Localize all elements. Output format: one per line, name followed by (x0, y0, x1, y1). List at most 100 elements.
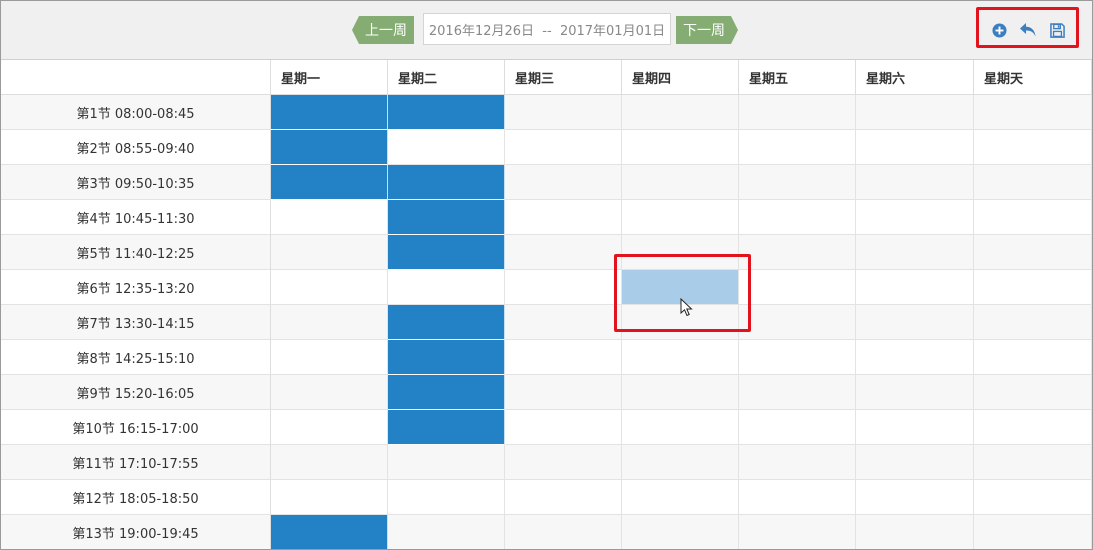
schedule-cell[interactable] (974, 95, 1092, 130)
schedule-cell[interactable] (856, 95, 974, 130)
schedule-cell[interactable] (739, 165, 856, 200)
schedule-cell[interactable] (974, 515, 1092, 549)
schedule-cell-selected[interactable] (388, 375, 505, 410)
period-label: 第12节 18:05-18:50 (1, 480, 271, 515)
schedule-cell-selected[interactable] (388, 95, 505, 130)
schedule-cell[interactable] (388, 445, 505, 480)
schedule-cell[interactable] (974, 235, 1092, 270)
schedule-cell[interactable] (271, 480, 388, 515)
schedule-cell[interactable] (974, 445, 1092, 480)
schedule-cell[interactable] (505, 480, 622, 515)
schedule-cell[interactable] (388, 270, 505, 305)
schedule-cell[interactable] (505, 270, 622, 305)
schedule-cell[interactable] (856, 270, 974, 305)
schedule-cell[interactable] (974, 410, 1092, 445)
schedule-cell[interactable] (388, 515, 505, 549)
schedule-cell[interactable] (271, 445, 388, 480)
schedule-cell-selected[interactable] (388, 340, 505, 375)
schedule-cell[interactable] (505, 130, 622, 165)
schedule-cell-selected[interactable] (388, 235, 505, 270)
schedule-cell[interactable] (856, 480, 974, 515)
save-icon[interactable] (1048, 21, 1066, 39)
schedule-cell[interactable] (739, 480, 856, 515)
schedule-cell[interactable] (622, 95, 739, 130)
schedule-cell[interactable] (739, 95, 856, 130)
schedule-cell[interactable] (856, 305, 974, 340)
schedule-cell[interactable] (739, 235, 856, 270)
period-row: 第6节 12:35-13:20 (1, 270, 1092, 305)
schedule-cell[interactable] (622, 305, 739, 340)
schedule-cell[interactable] (271, 305, 388, 340)
schedule-cell[interactable] (974, 165, 1092, 200)
schedule-cell[interactable] (622, 375, 739, 410)
schedule-cell[interactable] (505, 375, 622, 410)
schedule-cell[interactable] (505, 200, 622, 235)
schedule-cell-selected[interactable] (388, 165, 505, 200)
schedule-cell[interactable] (622, 445, 739, 480)
schedule-cell[interactable] (388, 130, 505, 165)
schedule-cell[interactable] (856, 375, 974, 410)
schedule-cell-hovered[interactable] (622, 270, 739, 305)
schedule-cell[interactable] (505, 340, 622, 375)
schedule-cell-selected[interactable] (271, 95, 388, 130)
schedule-cell[interactable] (974, 305, 1092, 340)
schedule-cell[interactable] (856, 130, 974, 165)
schedule-cell[interactable] (739, 410, 856, 445)
schedule-cell[interactable] (739, 515, 856, 549)
schedule-cell[interactable] (622, 480, 739, 515)
schedule-cell-selected[interactable] (388, 410, 505, 445)
schedule-cell[interactable] (974, 480, 1092, 515)
schedule-cell-selected[interactable] (271, 515, 388, 549)
schedule-cell[interactable] (622, 515, 739, 549)
schedule-cell[interactable] (505, 515, 622, 549)
schedule-cell[interactable] (974, 375, 1092, 410)
schedule-cell[interactable] (271, 235, 388, 270)
schedule-cell[interactable] (622, 235, 739, 270)
schedule-cell[interactable] (622, 200, 739, 235)
schedule-cell[interactable] (271, 410, 388, 445)
schedule-cell[interactable] (271, 375, 388, 410)
schedule-cell[interactable] (974, 200, 1092, 235)
schedule-cell[interactable] (974, 340, 1092, 375)
schedule-cell[interactable] (271, 270, 388, 305)
schedule-cell[interactable] (505, 305, 622, 340)
schedule-cell-selected[interactable] (388, 200, 505, 235)
schedule-cell[interactable] (739, 340, 856, 375)
schedule-cell-selected[interactable] (271, 165, 388, 200)
schedule-cell[interactable] (505, 165, 622, 200)
schedule-cell[interactable] (505, 235, 622, 270)
schedule-cell[interactable] (739, 130, 856, 165)
schedule-cell[interactable] (974, 270, 1092, 305)
schedule-cell[interactable] (505, 410, 622, 445)
schedule-cell[interactable] (271, 340, 388, 375)
schedule-cell[interactable] (739, 305, 856, 340)
period-row: 第7节 13:30-14:15 (1, 305, 1092, 340)
schedule-cell-selected[interactable] (271, 130, 388, 165)
schedule-cell[interactable] (856, 340, 974, 375)
schedule-cell[interactable] (622, 410, 739, 445)
schedule-cell[interactable] (622, 130, 739, 165)
schedule-cell[interactable] (856, 515, 974, 549)
schedule-cell[interactable] (856, 200, 974, 235)
add-circle-icon[interactable] (990, 21, 1008, 39)
schedule-cell[interactable] (739, 375, 856, 410)
schedule-cell[interactable] (271, 200, 388, 235)
schedule-cell[interactable] (505, 445, 622, 480)
schedule-cell[interactable] (622, 165, 739, 200)
previous-week-button[interactable]: 上一周 (352, 16, 414, 44)
schedule-cell[interactable] (739, 200, 856, 235)
schedule-cell[interactable] (505, 95, 622, 130)
schedule-cell[interactable] (856, 410, 974, 445)
next-week-button[interactable]: 下一周 (676, 16, 738, 44)
schedule-cell[interactable] (739, 445, 856, 480)
schedule-cell[interactable] (622, 340, 739, 375)
undo-icon[interactable] (1019, 21, 1037, 39)
schedule-cell-selected[interactable] (388, 305, 505, 340)
schedule-cell[interactable] (856, 445, 974, 480)
schedule-cell[interactable] (856, 165, 974, 200)
schedule-cell[interactable] (856, 235, 974, 270)
schedule-cell[interactable] (388, 480, 505, 515)
schedule-cell[interactable] (974, 130, 1092, 165)
period-label: 第6节 12:35-13:20 (1, 270, 271, 305)
schedule-cell[interactable] (739, 270, 856, 305)
